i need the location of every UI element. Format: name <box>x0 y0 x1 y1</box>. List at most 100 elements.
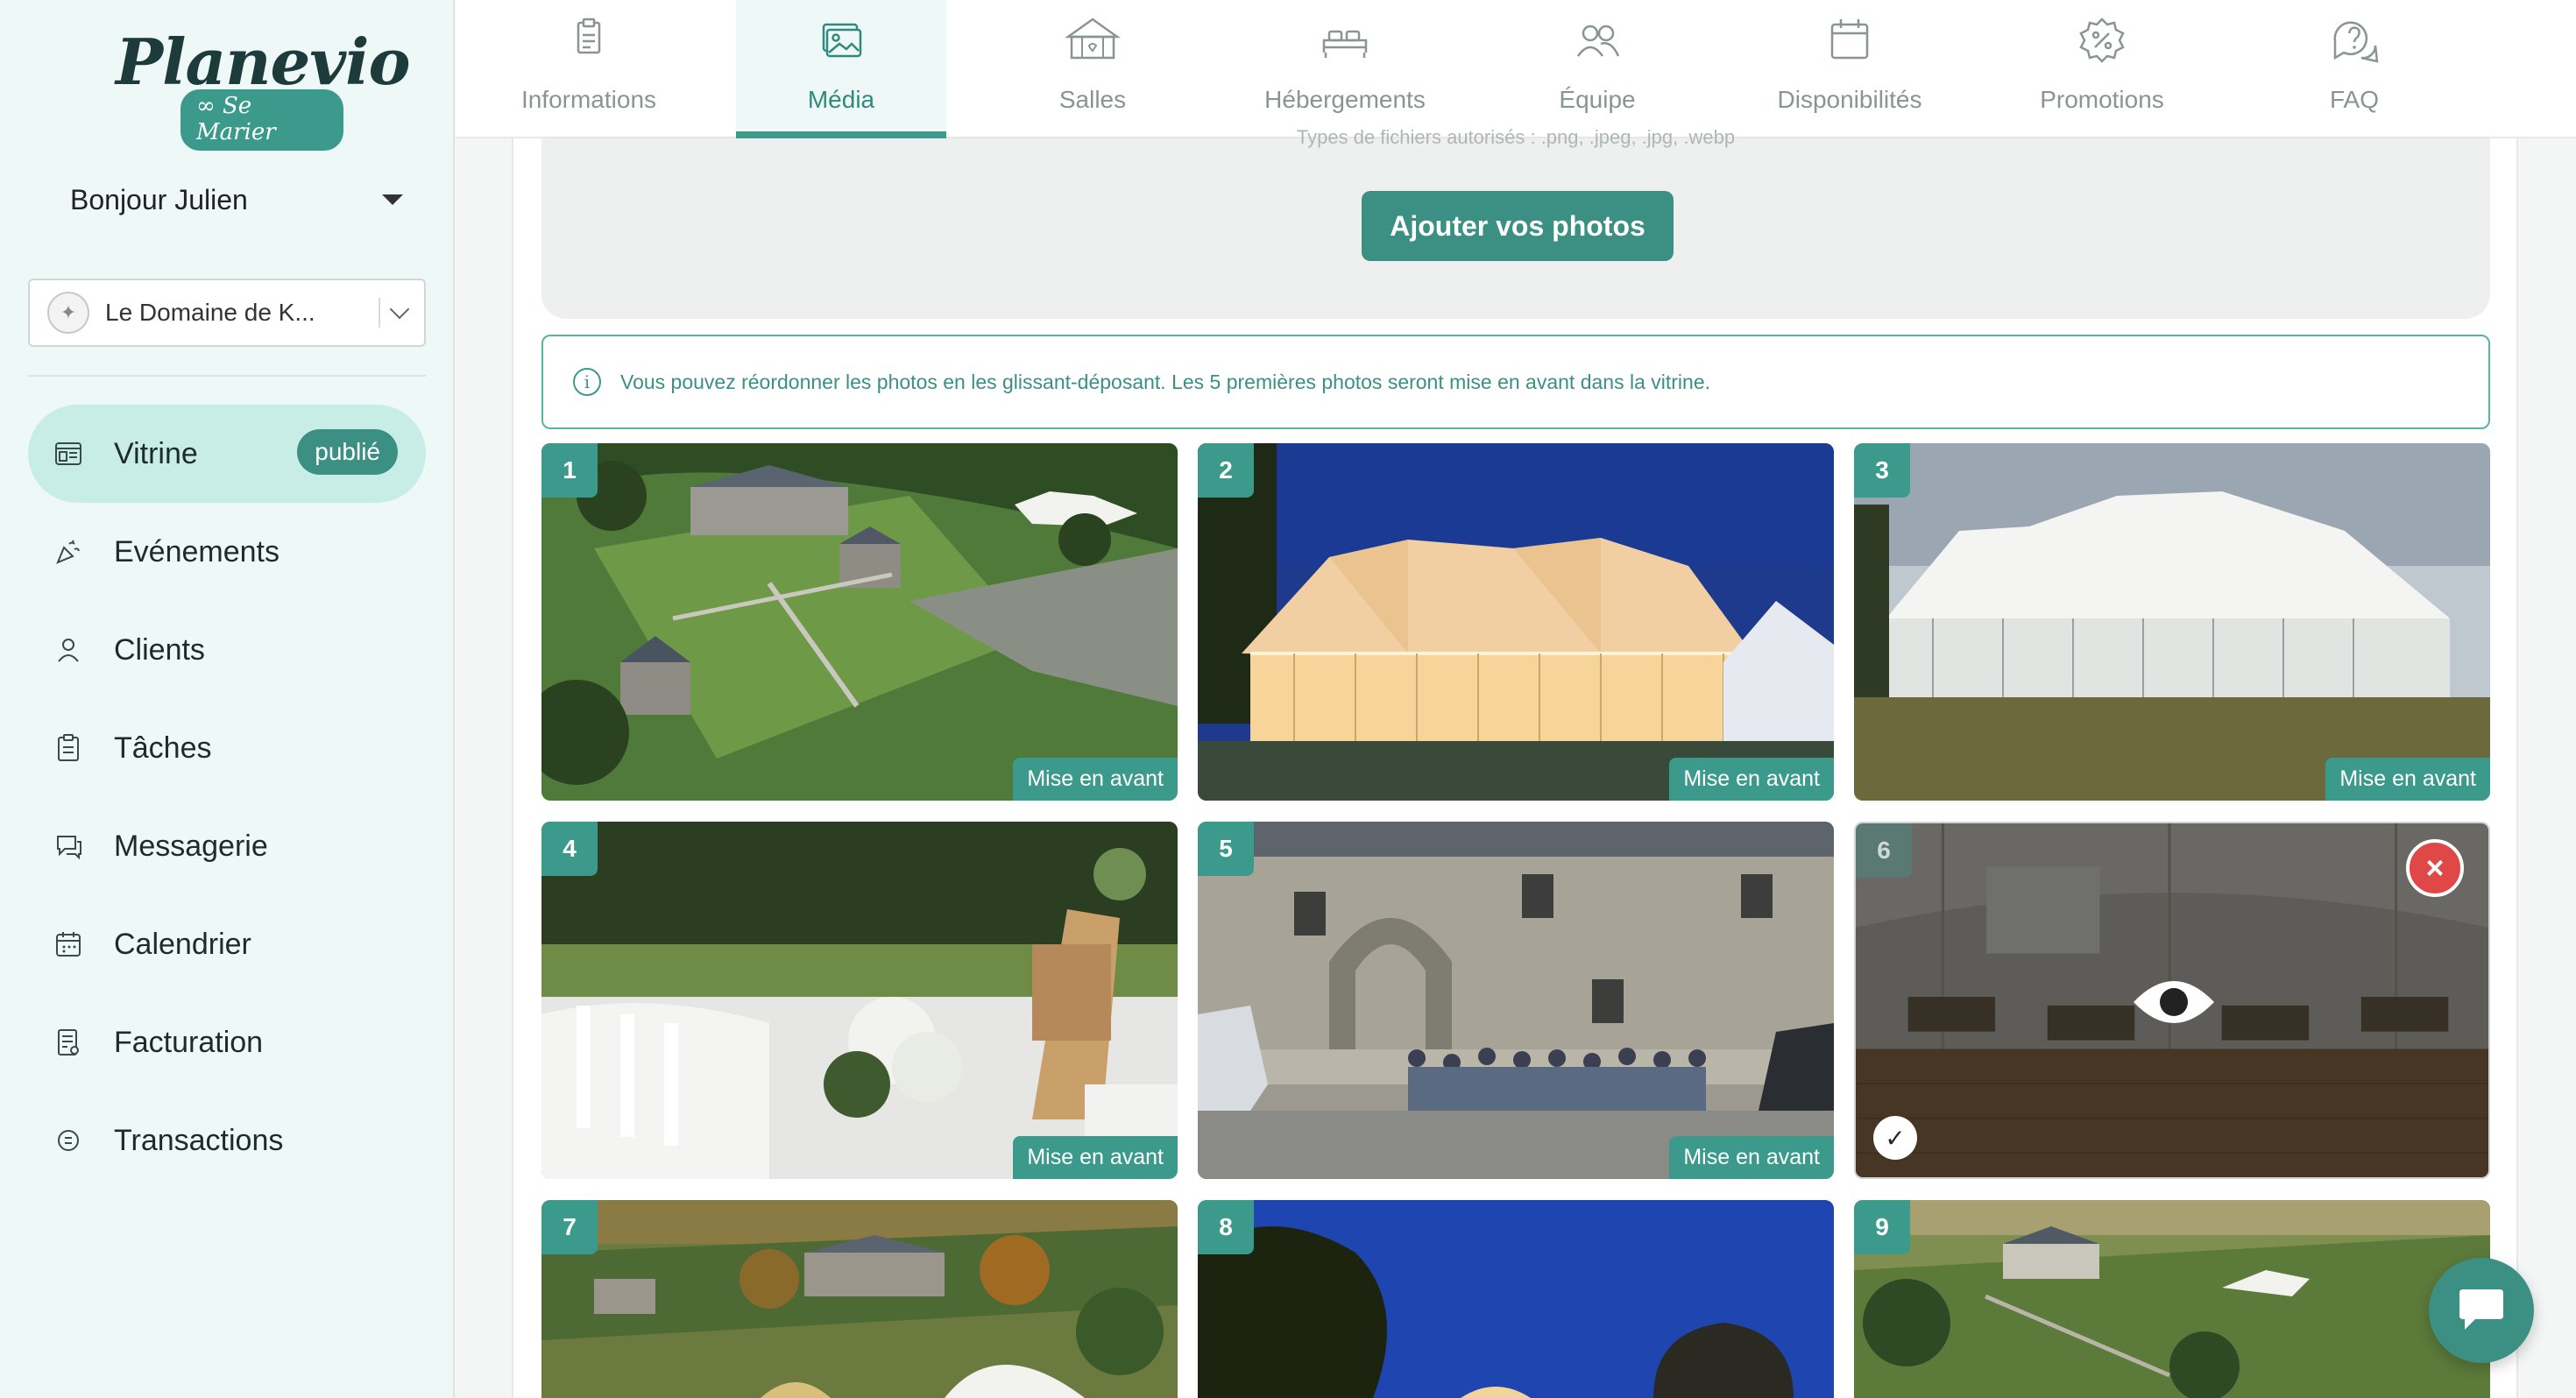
photo-number: 7 <box>541 1200 598 1254</box>
question-icon <box>2333 21 2379 63</box>
calendar-icon <box>1830 19 1869 60</box>
photo-image <box>541 822 1178 1179</box>
photo-card[interactable]: 6 × ✓ <box>1854 822 2490 1179</box>
greeting-text: Bonjour Julien <box>70 183 248 215</box>
sidebar-item-vitrine[interactable]: Vitrine publié <box>28 405 426 503</box>
upload-hint: Types de fichiers autorisés : .png, .jpe… <box>1296 126 1736 148</box>
featured-badge: Mise en avant <box>1013 1136 1178 1179</box>
sidebar-divider <box>28 375 426 377</box>
photo-card[interactable]: 1 Mise en avant <box>541 443 1178 801</box>
venue-name: Le Domaine de K... <box>105 299 315 326</box>
support-chat-button[interactable] <box>2429 1258 2534 1363</box>
invoice-icon <box>54 1028 82 1056</box>
photo-number: 4 <box>541 822 598 876</box>
info-banner: i Vous pouvez réordonner les photos en l… <box>541 335 2490 429</box>
tab-label: Hébergements <box>1264 86 1426 113</box>
tab-label: Salles <box>1058 86 1127 113</box>
photo-number: 6 <box>1856 823 1912 878</box>
media-panel: Types de fichiers autorisés : .png, .jpe… <box>512 126 2518 1398</box>
chat-bubble-icon <box>2459 1289 2503 1330</box>
photo-card[interactable]: 8 <box>1198 1200 1834 1398</box>
tab-informations[interactable]: Informations <box>484 0 694 138</box>
tab-label: Disponibilités <box>1777 86 1922 113</box>
chat-icon <box>54 832 82 860</box>
featured-badge: Mise en avant <box>1669 758 1834 801</box>
sidebar-item-evenements[interactable]: Evénements <box>28 503 426 601</box>
featured-badge: Mise en avant <box>1013 758 1178 801</box>
sidebar-item-facturation[interactable]: Facturation <box>28 993 426 1091</box>
info-icon: i <box>573 368 601 396</box>
top-tabs: Informations Média Salles Hébergements É… <box>456 0 2576 138</box>
photo-card[interactable]: 3 Mise en avant <box>1854 443 2490 801</box>
add-photos-button[interactable]: Ajouter vos photos <box>1362 191 1674 261</box>
photo-image <box>541 1200 1178 1398</box>
select-checkbox[interactable]: ✓ <box>1873 1116 1917 1160</box>
team-icon <box>1576 25 1620 57</box>
photo-number: 1 <box>541 443 598 498</box>
sidebar-item-label: Facturation <box>114 1025 264 1059</box>
brand-logo[interactable]: Planevio ∞ Se Marier <box>116 25 411 151</box>
featured-badge: Mise en avant <box>2325 758 2490 801</box>
tab-label: Informations <box>520 86 657 113</box>
sidebar-item-label: Transactions <box>114 1123 284 1157</box>
brand-name: Planevio <box>116 25 411 99</box>
clipboard-icon <box>54 734 82 762</box>
eye-icon[interactable] <box>2132 974 2216 1030</box>
sidebar-item-label: Evénements <box>114 534 280 568</box>
photo-number: 8 <box>1198 1200 1254 1254</box>
close-icon: × <box>2425 850 2445 886</box>
sidebar-item-taches[interactable]: Tâches <box>28 699 426 797</box>
photo-image <box>541 443 1178 801</box>
photo-number: 3 <box>1854 443 1910 498</box>
venue-select[interactable]: ✦ Le Domaine de K... <box>28 279 426 347</box>
photo-card[interactable]: 2 Mise en avant <box>1198 443 1834 801</box>
sidebar-item-label: Calendrier <box>114 927 251 961</box>
select-separator <box>379 298 380 328</box>
check-icon: ✓ <box>1885 1124 1906 1152</box>
photo-card[interactable]: 7 <box>541 1200 1178 1398</box>
percent-badge-icon <box>2079 18 2125 63</box>
photo-card[interactable]: 9 <box>1854 1200 2490 1398</box>
photo-image <box>1198 822 1834 1179</box>
tab-disponibilites[interactable]: Disponibilités <box>1744 0 1955 138</box>
tab-media[interactable]: Média <box>736 0 946 138</box>
sidebar-nav: Vitrine publié Evénements Clients Tâches <box>28 405 426 1190</box>
photo-card[interactable]: 4 Mise en avant <box>541 822 1178 1179</box>
info-text: Vous pouvez réordonner les photos en les… <box>620 370 1711 393</box>
sidebar-item-calendrier[interactable]: Calendrier <box>28 895 426 993</box>
sidebar-item-clients[interactable]: Clients <box>28 601 426 699</box>
tent-icon <box>1065 18 1121 60</box>
tab-label: Équipe <box>1559 86 1636 113</box>
sidebar-item-label: Clients <box>114 632 205 667</box>
chevron-down-icon <box>389 299 410 320</box>
brand-tagline: ∞ Se Marier <box>180 89 343 151</box>
document-icon <box>577 18 601 54</box>
tab-hebergements[interactable]: Hébergements <box>1240 0 1450 138</box>
tab-label: Promotions <box>2040 86 2164 113</box>
bed-icon <box>1322 30 1368 58</box>
tab-promotions[interactable]: Promotions <box>1997 0 2207 138</box>
photo-number: 2 <box>1198 443 1254 498</box>
user-menu[interactable]: Bonjour Julien <box>70 182 403 217</box>
sidebar-item-label: Messagerie <box>114 829 268 863</box>
photo-image <box>1198 1200 1834 1398</box>
sidebar-item-messagerie[interactable]: Messagerie <box>28 797 426 895</box>
delete-photo-button[interactable]: × <box>2406 839 2464 897</box>
photo-card[interactable]: 5 Mise en avant <box>1198 822 1834 1179</box>
sidebar-item-transactions[interactable]: Transactions <box>28 1091 426 1190</box>
upload-dropzone[interactable]: Types de fichiers autorisés : .png, .jpe… <box>541 126 2490 319</box>
tab-equipe[interactable]: Équipe <box>1492 0 1702 138</box>
photo-image <box>1854 443 2490 801</box>
sidebar: Planevio ∞ Se Marier Bonjour Julien ✦ Le… <box>0 0 455 1398</box>
party-icon <box>54 538 82 566</box>
calendar-icon <box>54 930 82 958</box>
tab-salles[interactable]: Salles <box>987 0 1198 138</box>
tab-faq[interactable]: FAQ <box>2249 0 2459 138</box>
photo-image <box>1854 1200 2490 1398</box>
photo-number: 5 <box>1198 822 1254 876</box>
venue-logo-icon: ✦ <box>47 292 89 334</box>
user-icon <box>54 636 82 664</box>
storefront-icon <box>54 440 82 468</box>
tab-label: FAQ <box>2329 86 2379 113</box>
photo-number: 9 <box>1854 1200 1910 1254</box>
